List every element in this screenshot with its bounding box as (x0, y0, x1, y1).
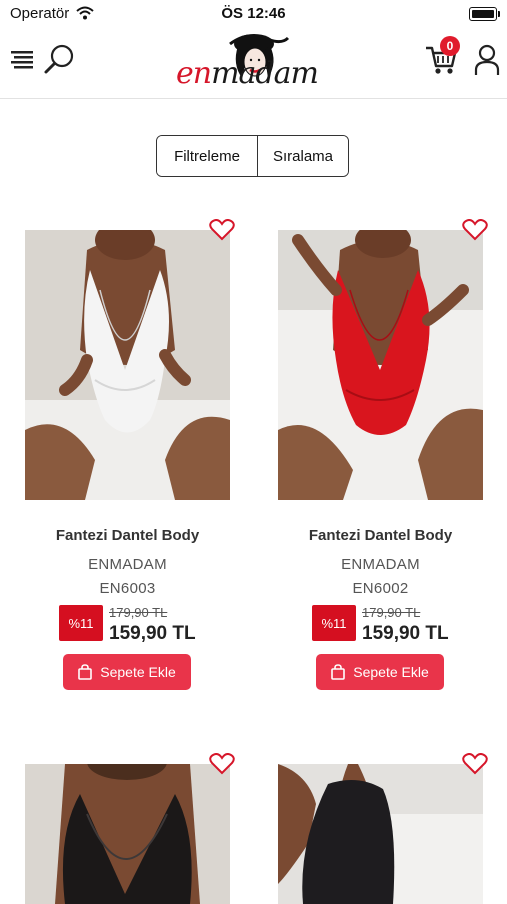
app-header: enmadam 0 (0, 28, 507, 99)
menu-icon (11, 51, 33, 69)
add-to-cart-label: Sepete Ekle (353, 664, 429, 680)
old-price: 179,90 TL (362, 605, 421, 620)
heart-icon (462, 219, 488, 241)
shopping-bag-icon (78, 664, 93, 680)
logo-wordmark: enmadam (176, 56, 319, 91)
menu-button[interactable] (10, 44, 36, 76)
heart-icon (209, 219, 235, 241)
clock: ÖS 12:46 (221, 5, 286, 22)
product-card[interactable]: Fantezi Dantel Body ENMADAM EN6003 %11 1… (25, 219, 235, 700)
add-to-cart-button[interactable]: Sepete Ekle (316, 654, 444, 690)
search-button[interactable] (42, 42, 76, 76)
product-image[interactable] (278, 230, 483, 500)
favorite-button[interactable] (459, 750, 491, 778)
battery-icon (469, 7, 500, 21)
current-price: 159,90 TL (362, 623, 449, 644)
favorite-button[interactable] (206, 216, 238, 244)
product-image[interactable] (278, 764, 483, 904)
filter-button[interactable]: Filtreleme (157, 136, 258, 176)
product-card[interactable]: Fantezi Dantel Body ENMADAM EN6002 %11 1… (278, 219, 488, 700)
current-price: 159,90 TL (109, 623, 196, 644)
sort-button[interactable]: Sıralama (258, 136, 348, 176)
shopping-bag-icon (331, 664, 346, 680)
product-brand: ENMADAM (341, 556, 420, 573)
product-card[interactable] (25, 753, 235, 904)
heart-icon (462, 753, 488, 775)
cart-count-badge: 0 (440, 36, 460, 56)
product-name[interactable]: Fantezi Dantel Body (25, 527, 230, 544)
search-icon (44, 44, 74, 74)
product-name[interactable]: Fantezi Dantel Body (278, 527, 483, 544)
account-button[interactable] (472, 42, 502, 78)
product-image[interactable] (25, 230, 230, 500)
status-bar: Operatör ÖS 12:46 (0, 0, 507, 28)
product-image[interactable] (25, 764, 230, 904)
filter-sort-bar: Filtreleme Sıralama (156, 135, 349, 177)
brand-logo[interactable]: enmadam (170, 30, 330, 94)
user-icon (474, 44, 500, 75)
product-card[interactable] (278, 753, 488, 904)
favorite-button[interactable] (206, 750, 238, 778)
product-brand: ENMADAM (88, 556, 167, 573)
add-to-cart-label: Sepete Ekle (100, 664, 176, 680)
discount-badge: %11 (59, 605, 103, 641)
product-code: EN6003 (99, 580, 156, 597)
discount-badge: %11 (312, 605, 356, 641)
favorite-button[interactable] (459, 216, 491, 244)
add-to-cart-button[interactable]: Sepete Ekle (63, 654, 191, 690)
old-price: 179,90 TL (109, 605, 168, 620)
product-code: EN6002 (352, 580, 409, 597)
heart-icon (209, 753, 235, 775)
